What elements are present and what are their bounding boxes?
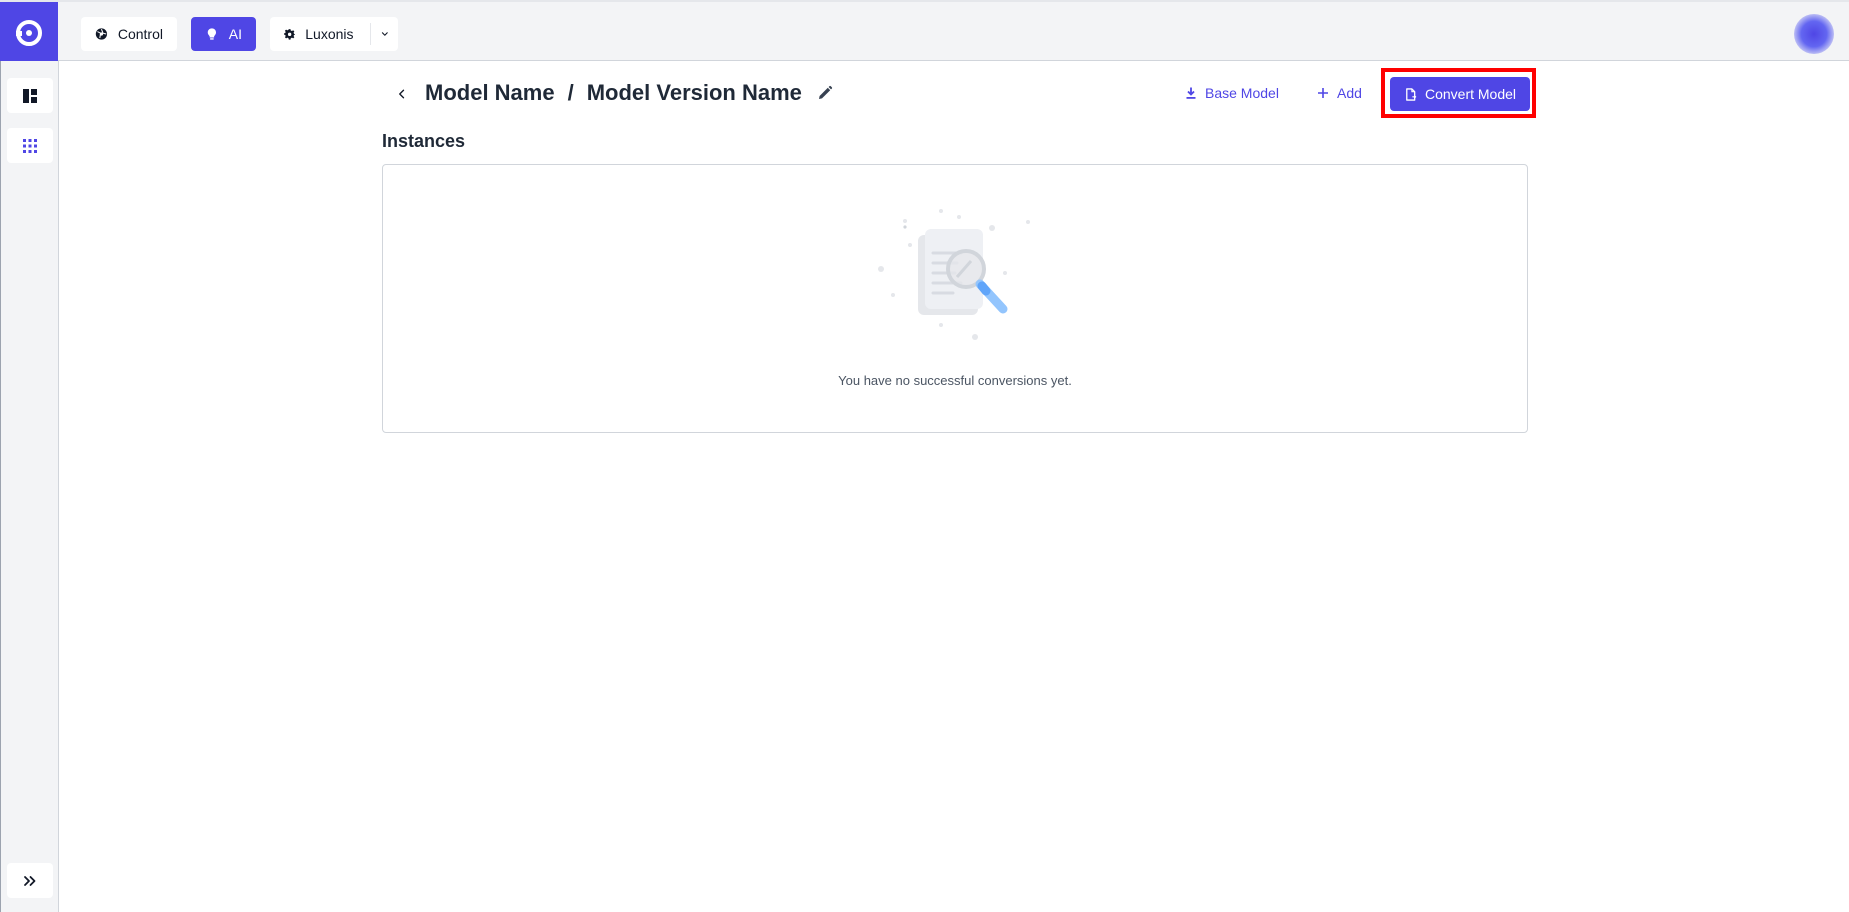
sidebar-expand-button[interactable] [7, 863, 53, 898]
chevron-left-icon [399, 89, 405, 99]
breadcrumb-model[interactable]: Model Name [425, 80, 555, 106]
tab-control[interactable]: Control [81, 17, 177, 51]
tab-ai-label: AI [228, 26, 242, 42]
tab-ai[interactable]: AI [191, 17, 256, 51]
edit-icon[interactable] [817, 85, 833, 101]
section-title: Instances [382, 131, 466, 151]
download-icon [1186, 87, 1196, 99]
base-model-label: Base Model [1205, 85, 1279, 101]
lightbulb-icon [207, 28, 217, 40]
instances-panel: You have no successful conversions yet. [382, 164, 1528, 433]
tab-luxonis-label: Luxonis [305, 26, 354, 42]
convert-model-button[interactable]: Convert Model [1390, 77, 1530, 111]
add-button[interactable]: Add [1317, 85, 1362, 101]
gear-icon [284, 29, 296, 40]
app-window: Control AI Luxonis Model Name / Model Ve… [0, 0, 1849, 912]
base-model-button[interactable]: Base Model [1185, 85, 1279, 101]
breadcrumb-version: Model Version Name [586, 80, 802, 105]
file-convert-icon [1406, 87, 1417, 101]
empty-search-illustration [878, 209, 1030, 340]
avatar[interactable] [1794, 14, 1834, 54]
sidebar [0, 61, 59, 912]
sidebar-item-apps[interactable] [7, 128, 53, 163]
back-button[interactable] [389, 81, 415, 107]
aperture-icon [95, 28, 108, 40]
breadcrumb-separator: / [567, 80, 574, 105]
apps-grid-icon [23, 138, 37, 153]
double-chevron-right-icon [24, 875, 36, 886]
highlight-box: Convert Model [1381, 68, 1536, 118]
top-bar: Control AI Luxonis [0, 0, 1849, 63]
logo[interactable] [0, 2, 58, 63]
empty-state-message: You have no successful conversions yet. [838, 373, 1072, 388]
sidebar-item-dashboard[interactable] [7, 78, 53, 113]
plus-icon [1318, 88, 1328, 98]
divider [369, 23, 371, 45]
chevron-down-icon[interactable] [380, 28, 390, 40]
dashboard-icon [23, 88, 37, 103]
page-title: Model Name / Model Version Name [425, 80, 833, 106]
add-label: Add [1337, 85, 1362, 101]
tab-control-label: Control [117, 26, 163, 42]
convert-model-label: Convert Model [1424, 86, 1517, 102]
main-content: Model Name / Model Version Name Base Mod… [59, 61, 1849, 912]
tab-luxonis[interactable]: Luxonis [270, 17, 398, 51]
